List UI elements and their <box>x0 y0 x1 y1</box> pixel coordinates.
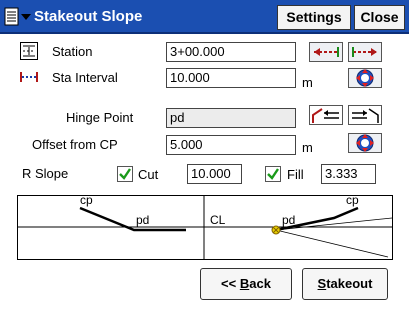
offset-unit: m <box>302 140 313 155</box>
back-prefix: << <box>221 276 240 291</box>
offset-field[interactable]: 5.000 <box>166 135 296 155</box>
sta-interval-field[interactable]: 10.000 <box>166 68 296 88</box>
offset-select-button[interactable] <box>348 133 382 153</box>
back-rest: ack <box>249 276 271 291</box>
cp-left-label: cp <box>80 193 93 207</box>
hinge-point-label: Hinge Point <box>66 110 134 125</box>
station-increment-button[interactable] <box>348 42 382 62</box>
stakeout-key: S <box>317 276 327 291</box>
cut-value-field[interactable]: 10.000 <box>187 164 242 184</box>
station-interval-icon <box>20 70 38 87</box>
sta-interval-select-button[interactable] <box>348 68 382 88</box>
settings-button[interactable]: Settings <box>277 5 351 30</box>
stakeout-rest: takeout <box>326 276 373 291</box>
title-bar: Stakeout Slope Settings Close <box>0 0 409 34</box>
fill-value-field[interactable]: 3.333 <box>321 164 376 184</box>
r-slope-label: R Slope <box>22 166 69 181</box>
station-label: Station <box>52 44 93 59</box>
pd-right-label: pd <box>282 213 296 227</box>
centerline-label: CL <box>210 213 226 227</box>
station-decrement-button[interactable] <box>309 42 343 62</box>
pd-left-label: pd <box>136 213 150 227</box>
back-key: B <box>239 276 250 291</box>
sta-interval-label: Sta Interval <box>52 70 118 85</box>
cross-section-graphic: cp pd CL pd cp <box>17 193 393 260</box>
window-title: Stakeout Slope <box>34 8 143 25</box>
hinge-right-button[interactable] <box>348 105 382 125</box>
cp-right-label: cp <box>346 193 359 207</box>
station-icon <box>20 42 38 63</box>
window-menu-icon[interactable] <box>4 7 32 27</box>
close-button[interactable]: Close <box>354 5 405 30</box>
hinge-point-field: pd <box>166 108 296 128</box>
fill-checkbox[interactable] <box>265 166 281 182</box>
back-button[interactable]: << Back <box>200 268 292 300</box>
cut-label: Cut <box>138 167 159 182</box>
offset-label: Offset from CP <box>32 137 118 152</box>
hinge-left-button[interactable] <box>309 105 343 125</box>
fill-label: Fill <box>287 167 304 182</box>
stakeout-button[interactable]: Stakeout <box>302 268 388 300</box>
sta-interval-unit: m <box>302 75 313 90</box>
cut-checkbox[interactable] <box>117 166 133 182</box>
station-field[interactable]: 3+00.000 <box>166 42 296 62</box>
